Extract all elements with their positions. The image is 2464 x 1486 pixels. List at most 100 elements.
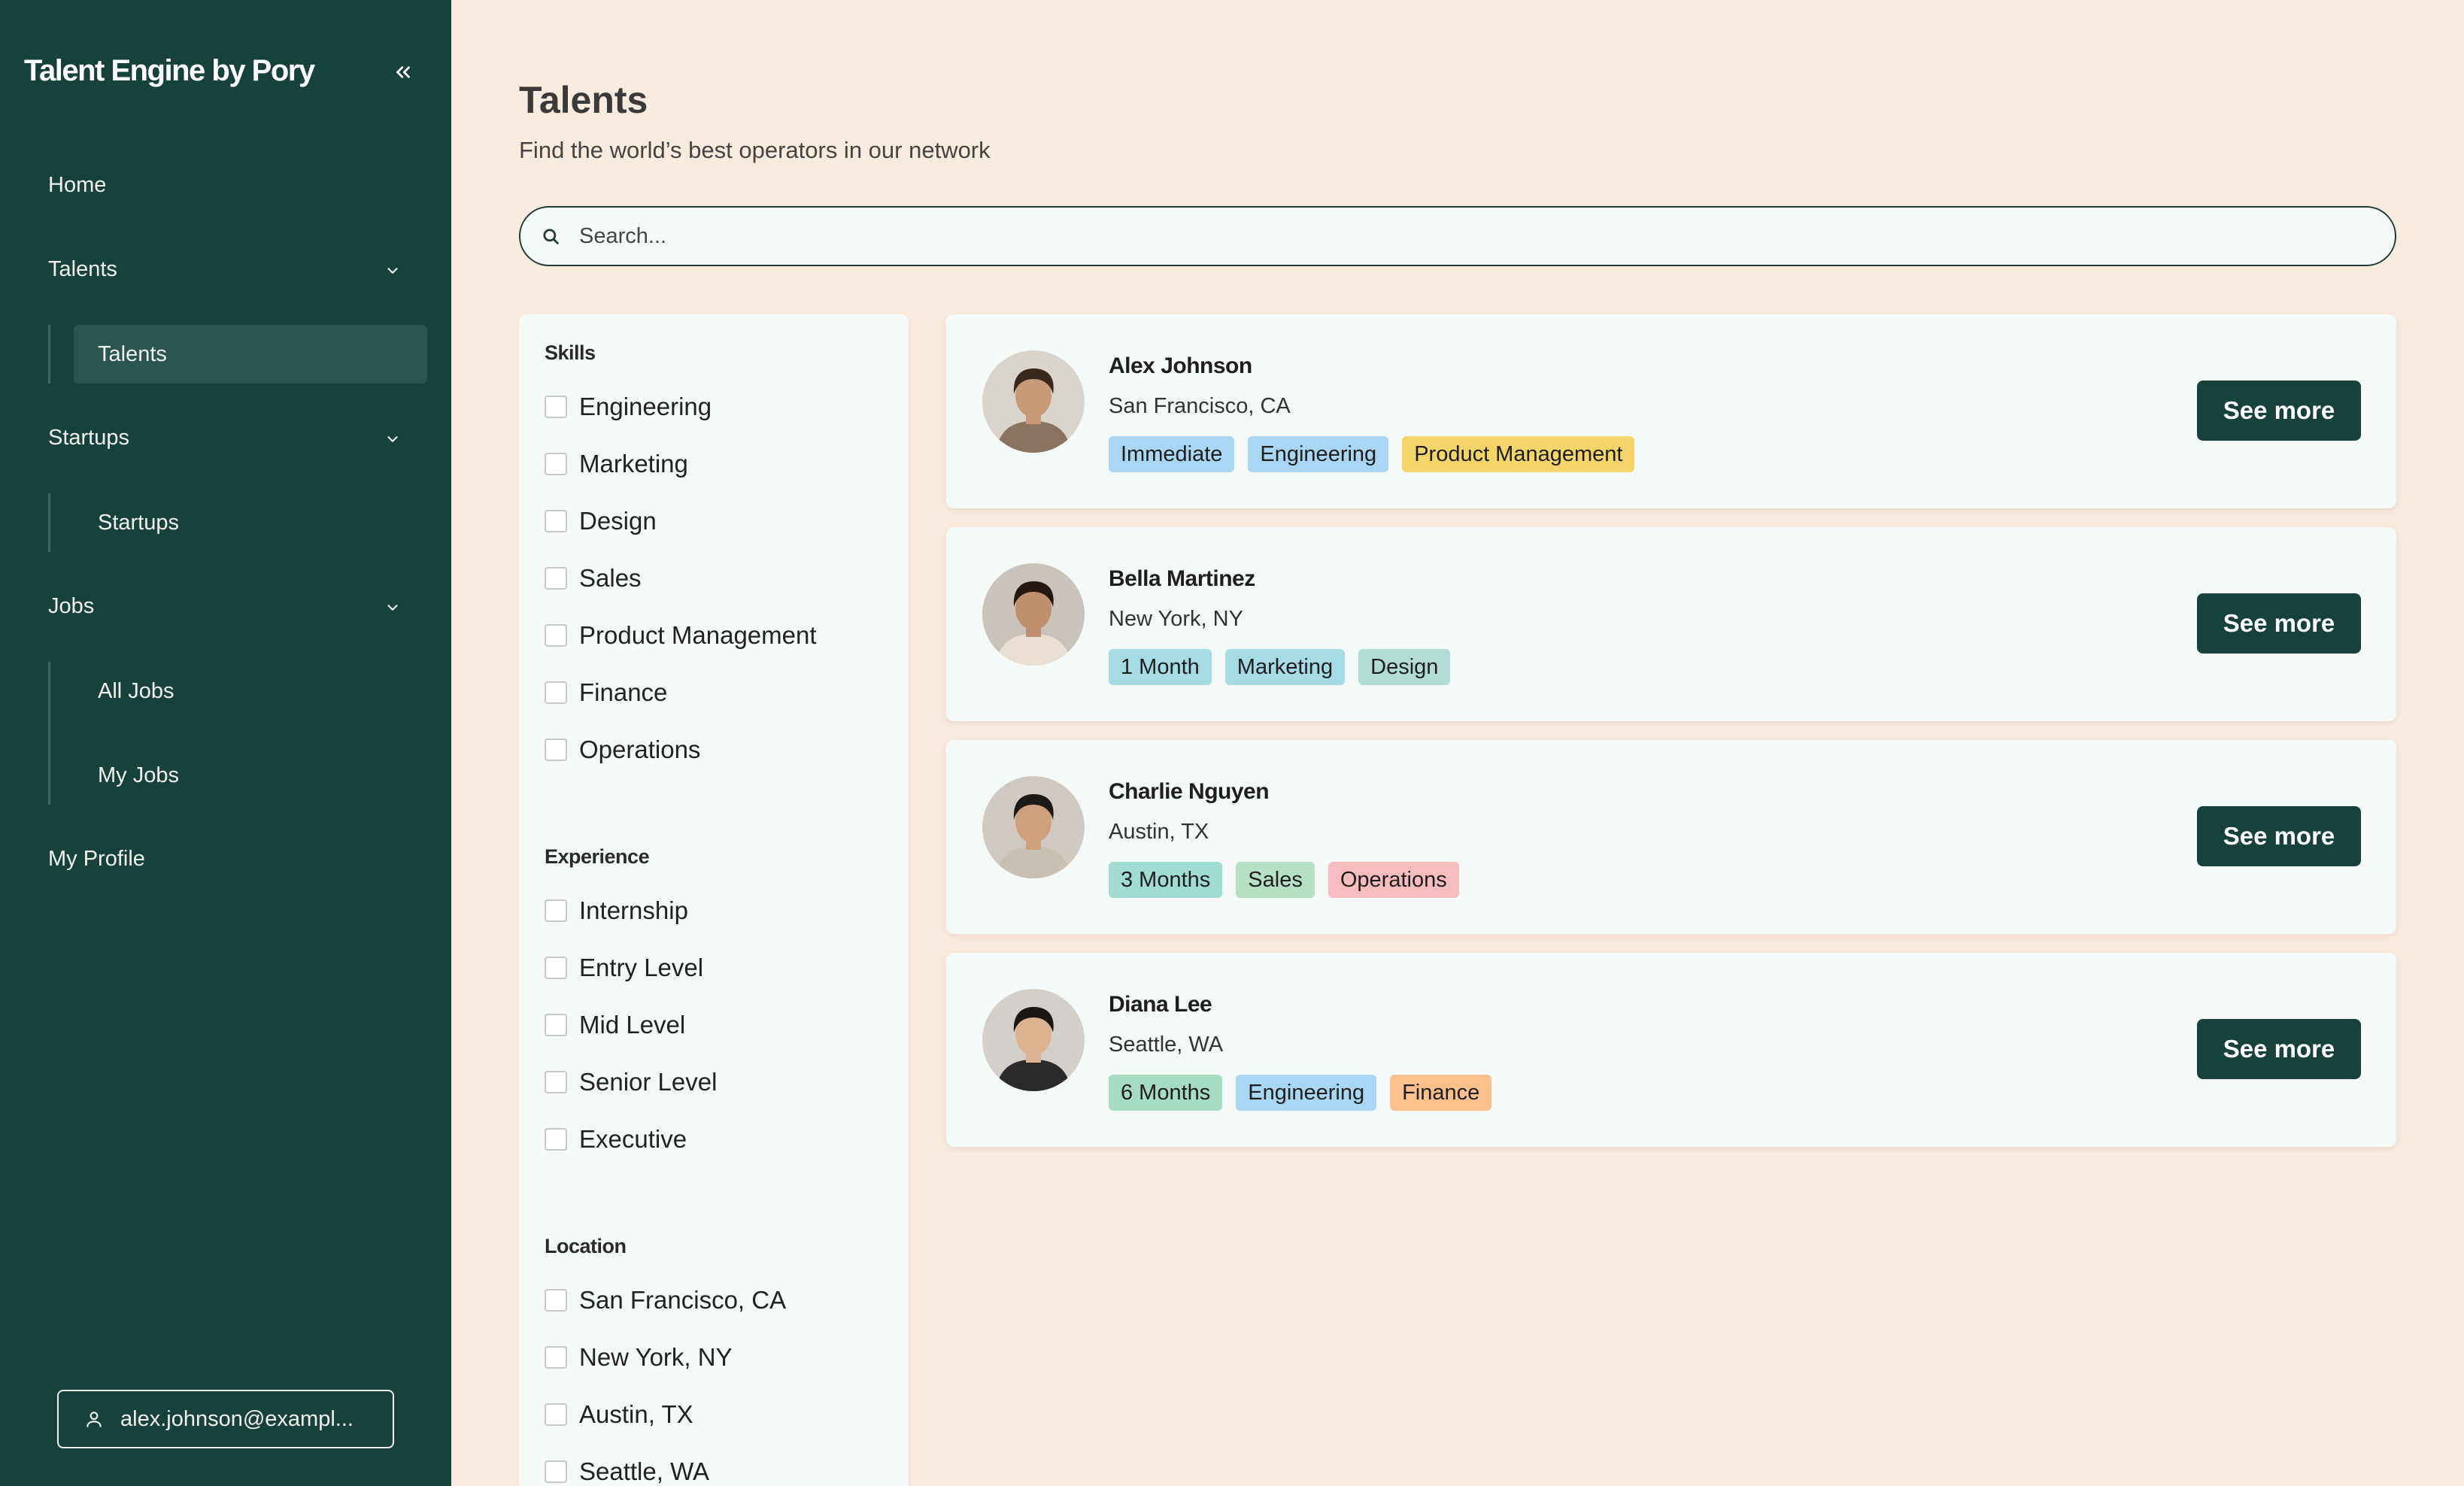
talent-name: Diana Lee — [1109, 992, 1212, 1017]
filter-option-design[interactable]: Design — [545, 507, 657, 535]
page-title: Talents — [519, 79, 648, 121]
talent-name: Alex Johnson — [1109, 353, 1252, 378]
tag: Product Management — [1402, 436, 1635, 472]
filter-option-new-york[interactable]: New York, NY — [545, 1343, 733, 1372]
filter-option-label: Design — [579, 507, 657, 535]
user-email: alex.johnson@exampl... — [120, 1406, 354, 1431]
checkbox[interactable] — [545, 1071, 567, 1093]
filter-option-san-francisco[interactable]: San Francisco, CA — [545, 1286, 786, 1315]
filter-option-seattle[interactable]: Seattle, WA — [545, 1457, 709, 1486]
talent-card: Diana Lee Seattle, WA 6 Months Engineeri… — [946, 953, 2396, 1147]
filter-option-austin[interactable]: Austin, TX — [545, 1400, 693, 1429]
checkbox[interactable] — [545, 510, 567, 532]
filter-option-finance[interactable]: Finance — [545, 678, 667, 707]
filter-option-executive[interactable]: Executive — [545, 1125, 687, 1154]
filter-panel: Skills Engineering Marketing Design Sale… — [519, 314, 909, 1486]
tag: Immediate — [1109, 436, 1235, 472]
talent-card: Alex Johnson San Francisco, CA Immediate… — [946, 314, 2396, 508]
checkbox[interactable] — [545, 738, 567, 761]
tag-list: 1 Month Marketing Design — [1109, 649, 1451, 685]
chevron-down-icon[interactable] — [382, 429, 403, 450]
checkbox[interactable] — [545, 681, 567, 704]
checkbox[interactable] — [545, 1014, 567, 1036]
search-bar[interactable] — [519, 206, 2396, 266]
talent-location: Seattle, WA — [1109, 1033, 1224, 1057]
tag: Engineering — [1248, 436, 1389, 472]
see-more-button[interactable]: See more — [2197, 1019, 2361, 1079]
tag: 3 Months — [1109, 862, 1223, 898]
app-brand: Talent Engine by Pory — [24, 54, 315, 87]
avatar — [982, 563, 1085, 666]
checkbox[interactable] — [545, 453, 567, 475]
see-more-button[interactable]: See more — [2197, 593, 2361, 654]
filter-option-label: Seattle, WA — [579, 1457, 710, 1485]
talent-location: Austin, TX — [1109, 820, 1209, 844]
filter-option-operations[interactable]: Operations — [545, 735, 700, 764]
nav-jobs[interactable]: Jobs — [48, 594, 94, 619]
tag: Marketing — [1224, 649, 1346, 685]
avatar — [982, 989, 1085, 1091]
checkbox[interactable] — [545, 1346, 567, 1369]
filter-option-engineering[interactable]: Engineering — [545, 393, 712, 421]
tag: Sales — [1236, 862, 1315, 898]
avatar-portrait — [982, 350, 1085, 453]
talent-name: Charlie Nguyen — [1109, 779, 1270, 804]
filter-option-label: Mid Level — [579, 1011, 686, 1039]
nav-startups[interactable]: Startups — [48, 426, 129, 450]
talent-name: Bella Martinez — [1109, 566, 1255, 591]
sidebar-item-startups[interactable]: Startups — [74, 493, 427, 552]
nav-talents[interactable]: Talents — [48, 257, 117, 282]
see-more-button[interactable]: See more — [2197, 806, 2361, 866]
checkbox[interactable] — [545, 567, 567, 590]
user-account-button[interactable]: alex.johnson@exampl... — [57, 1390, 394, 1448]
avatar-portrait — [982, 989, 1085, 1091]
filter-option-label: Product Management — [579, 621, 817, 649]
sidebar-item-all-jobs[interactable]: All Jobs — [74, 662, 427, 720]
tag-list: 3 Months Sales Operations — [1109, 862, 1459, 898]
checkbox[interactable] — [545, 624, 567, 647]
avatar — [982, 776, 1085, 878]
chevron-down-icon[interactable] — [382, 260, 403, 281]
filter-option-product-management[interactable]: Product Management — [545, 621, 817, 650]
avatar-portrait — [982, 563, 1085, 666]
filter-option-mid-level[interactable]: Mid Level — [545, 1011, 685, 1039]
checkbox[interactable] — [545, 1289, 567, 1312]
filter-option-label: Operations — [579, 735, 701, 763]
tag-list: Immediate Engineering Product Management — [1109, 436, 1635, 472]
talent-location: New York, NY — [1109, 607, 1243, 631]
tag: Operations — [1328, 862, 1459, 898]
filter-option-senior-level[interactable]: Senior Level — [545, 1068, 717, 1096]
nav-my-profile[interactable]: My Profile — [48, 847, 145, 872]
talent-location: San Francisco, CA — [1109, 394, 1291, 418]
tag: Engineering — [1236, 1075, 1377, 1111]
talent-card: Bella Martinez New York, NY 1 Month Mark… — [946, 527, 2396, 721]
sidebar-item-my-jobs[interactable]: My Jobs — [74, 746, 427, 805]
chevron-down-icon[interactable] — [382, 597, 403, 618]
tag: Finance — [1390, 1075, 1492, 1111]
checkbox[interactable] — [545, 1403, 567, 1426]
search-input[interactable] — [579, 223, 2395, 249]
nav-home[interactable]: Home — [48, 173, 106, 198]
checkbox[interactable] — [545, 899, 567, 922]
filter-option-sales[interactable]: Sales — [545, 564, 642, 593]
filter-heading-location: Location — [545, 1235, 627, 1257]
filter-option-label: Marketing — [579, 450, 688, 478]
avatar — [982, 350, 1085, 453]
tag: Design — [1358, 649, 1451, 685]
tag-list: 6 Months Engineering Finance — [1109, 1075, 1492, 1111]
filter-heading-skills: Skills — [545, 341, 596, 364]
checkbox[interactable] — [545, 957, 567, 979]
filter-option-internship[interactable]: Internship — [545, 896, 688, 925]
checkbox[interactable] — [545, 396, 567, 418]
submenu-guide-line — [48, 325, 50, 384]
filter-option-label: Internship — [579, 896, 688, 924]
checkbox[interactable] — [545, 1128, 567, 1151]
checkbox[interactable] — [545, 1460, 567, 1483]
sidebar-item-talents[interactable]: Talents — [74, 325, 427, 384]
see-more-button[interactable]: See more — [2197, 381, 2361, 441]
filter-option-label: Senior Level — [579, 1068, 718, 1096]
filter-option-marketing[interactable]: Marketing — [545, 450, 688, 478]
filter-option-entry-level[interactable]: Entry Level — [545, 954, 703, 982]
collapse-sidebar-button[interactable] — [387, 56, 420, 89]
filter-option-label: Finance — [579, 678, 668, 706]
